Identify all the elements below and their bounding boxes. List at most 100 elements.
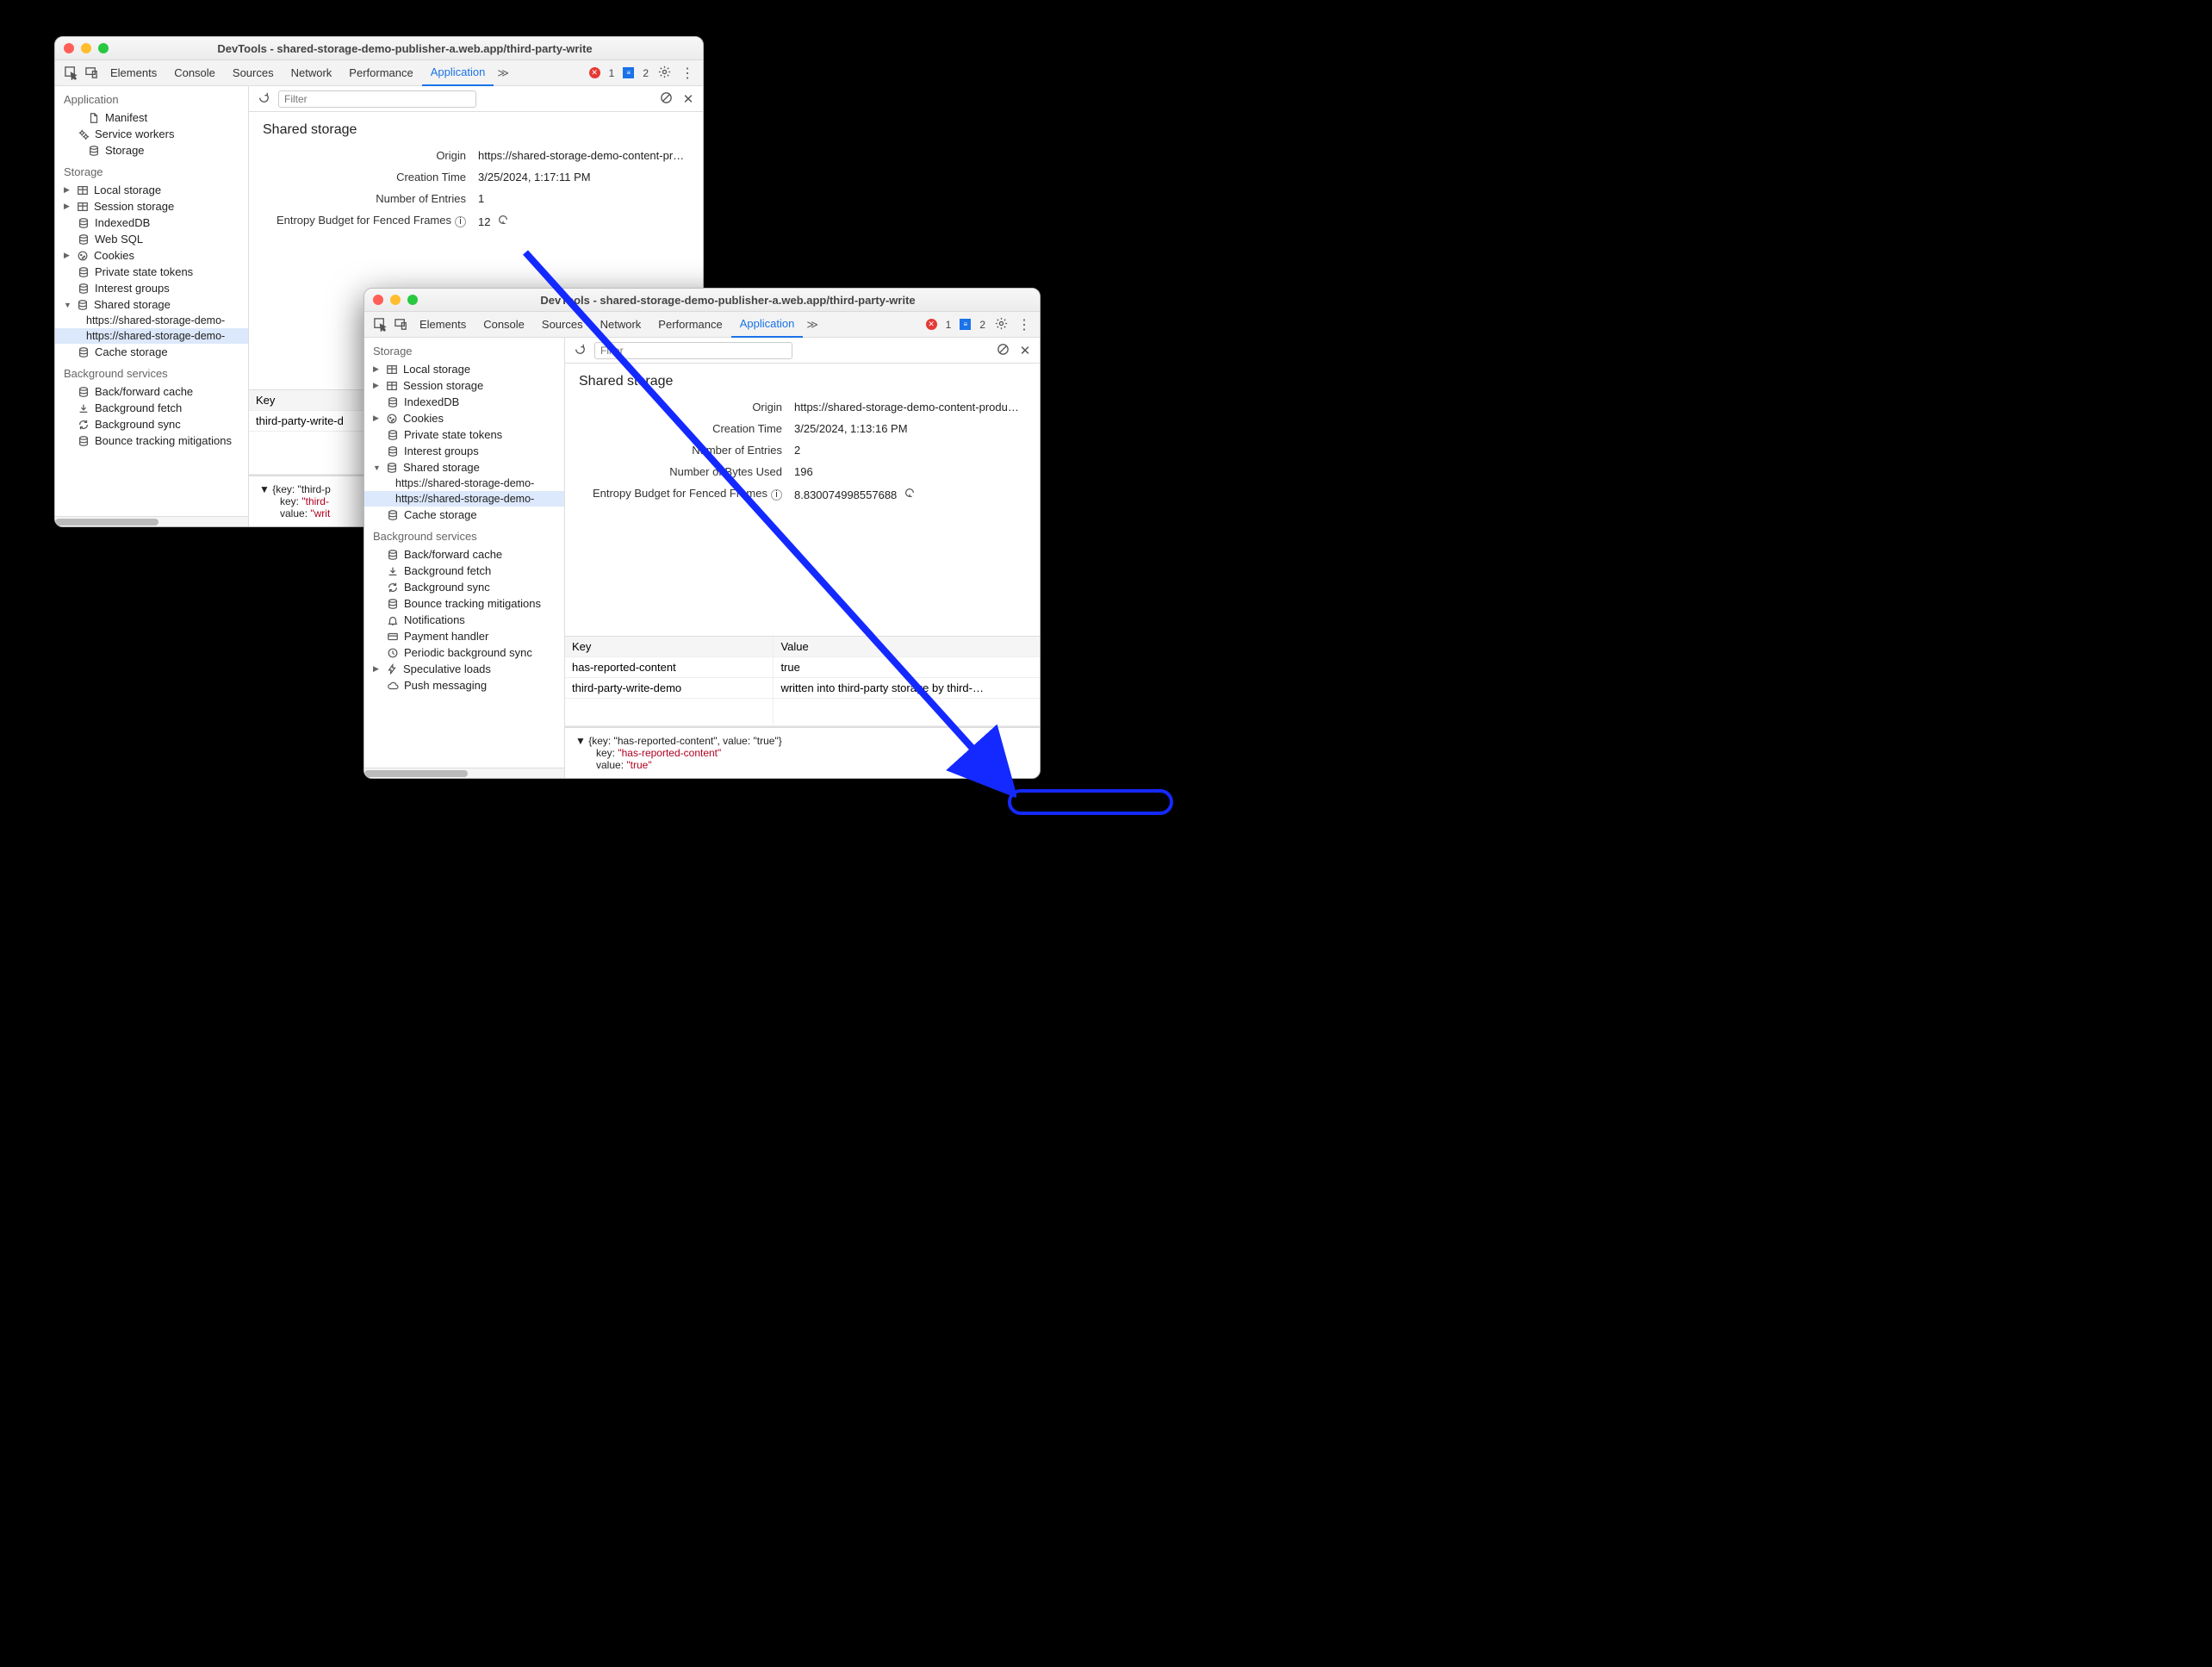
tab-elements[interactable]: Elements	[102, 66, 165, 79]
undo-icon[interactable]	[904, 488, 916, 501]
sidebar-item-local-storage[interactable]: ▶Local storage	[364, 361, 564, 377]
zoom-button[interactable]	[98, 43, 109, 53]
close-button[interactable]	[64, 43, 74, 53]
info-icon[interactable]: i	[455, 216, 466, 227]
sidebar-item-cookies[interactable]: ▶Cookies	[55, 247, 248, 264]
sidebar-item-notifications[interactable]: Notifications	[364, 612, 564, 628]
sidebar-item-shared-origin-1[interactable]: https://shared-storage-demo-	[364, 491, 564, 507]
tab-application[interactable]: Application	[422, 60, 494, 86]
section-header-background: Background services	[55, 360, 248, 383]
sidebar-item-bgsync[interactable]: Background sync	[55, 416, 248, 432]
sidebar-item-shared-storage[interactable]: ▼Shared storage	[364, 459, 564, 476]
clear-icon[interactable]	[658, 90, 674, 108]
database-icon	[386, 462, 398, 474]
settings-icon[interactable]	[994, 316, 1009, 333]
kebab-menu-icon[interactable]: ⋮	[680, 65, 694, 82]
sidebar-item-bgsync[interactable]: Background sync	[364, 579, 564, 595]
tab-elements[interactable]: Elements	[411, 318, 475, 331]
table-icon	[386, 380, 398, 392]
sidebar-item-indexeddb[interactable]: IndexedDB	[55, 215, 248, 231]
tab-sources[interactable]: Sources	[533, 318, 592, 331]
table-icon	[386, 364, 398, 376]
sidebar-item-cookies[interactable]: ▶Cookies	[364, 410, 564, 426]
clear-icon[interactable]	[995, 342, 1010, 359]
tab-network[interactable]: Network	[283, 66, 341, 79]
sidebar-item-speculative[interactable]: ▶Speculative loads	[364, 661, 564, 677]
tab-console[interactable]: Console	[475, 318, 533, 331]
database-icon	[78, 283, 90, 295]
filter-input[interactable]	[594, 342, 792, 359]
inspect-icon[interactable]	[60, 65, 81, 80]
undo-icon[interactable]	[497, 215, 509, 228]
close-icon[interactable]: ✕	[1017, 343, 1033, 358]
inspect-icon[interactable]	[370, 317, 390, 332]
reload-icon[interactable]	[572, 342, 587, 359]
sidebar-item-bounce[interactable]: Bounce tracking mitigations	[55, 432, 248, 449]
sidebar-item-payment[interactable]: Payment handler	[364, 628, 564, 644]
message-badge-icon[interactable]: ≡	[623, 67, 634, 78]
tab-network[interactable]: Network	[592, 318, 650, 331]
minimize-button[interactable]	[81, 43, 91, 53]
filter-input[interactable]	[278, 90, 476, 108]
sidebar-item-interest-groups[interactable]: Interest groups	[364, 443, 564, 459]
sidebar-item-indexeddb[interactable]: IndexedDB	[364, 394, 564, 410]
sidebar-item-local-storage[interactable]: ▶Local storage	[55, 182, 248, 198]
sidebar-item-cache-storage[interactable]: Cache storage	[55, 344, 248, 360]
main-panel: ✕ Shared storage Originhttps://shared-st…	[565, 338, 1040, 778]
sidebar-item-manifest[interactable]: Manifest	[55, 109, 248, 126]
tab-performance[interactable]: Performance	[340, 66, 421, 79]
cookie-icon	[386, 413, 398, 425]
close-icon[interactable]: ✕	[680, 91, 696, 107]
minimize-button[interactable]	[390, 295, 401, 305]
error-count: 1	[609, 67, 615, 79]
sidebar-item-storage[interactable]: Storage	[55, 142, 248, 159]
sidebar-item-session-storage[interactable]: ▶Session storage	[55, 198, 248, 215]
horizontal-scrollbar[interactable]	[364, 768, 564, 778]
sidebar-item-shared-origin-1[interactable]: https://shared-storage-demo-	[55, 328, 248, 344]
sidebar-item-interest-groups[interactable]: Interest groups	[55, 280, 248, 296]
more-tabs-icon[interactable]: ≫	[494, 66, 513, 80]
message-count: 2	[979, 319, 985, 331]
close-button[interactable]	[373, 295, 383, 305]
sidebar-item-bgfetch[interactable]: Background fetch	[364, 563, 564, 579]
storage-table: KeyValue has-reported-contenttrue third-…	[565, 636, 1040, 727]
sidebar-item-session-storage[interactable]: ▶Session storage	[364, 377, 564, 394]
chevron-right-icon: ▶	[373, 381, 381, 390]
settings-icon[interactable]	[657, 65, 672, 82]
tab-performance[interactable]: Performance	[649, 318, 730, 331]
error-badge-icon[interactable]: ✕	[589, 67, 600, 78]
horizontal-scrollbar[interactable]	[55, 516, 248, 526]
info-icon[interactable]: i	[771, 489, 782, 501]
more-tabs-icon[interactable]: ≫	[803, 318, 822, 332]
sidebar-item-websql[interactable]: Web SQL	[55, 231, 248, 247]
chevron-right-icon: ▶	[64, 202, 71, 211]
table-row-value[interactable]: written into third-party storage by thir…	[774, 678, 1040, 698]
error-badge-icon[interactable]: ✕	[926, 319, 937, 330]
sidebar-item-service-workers[interactable]: Service workers	[55, 126, 248, 142]
device-mode-icon[interactable]	[81, 65, 102, 80]
zoom-button[interactable]	[407, 295, 418, 305]
tab-application[interactable]: Application	[731, 312, 804, 338]
device-mode-icon[interactable]	[390, 317, 411, 332]
sidebar-item-shared-storage[interactable]: ▼Shared storage	[55, 296, 248, 313]
tab-console[interactable]: Console	[165, 66, 224, 79]
sidebar-item-cache-storage[interactable]: Cache storage	[364, 507, 564, 523]
table-row-key[interactable]: third-party-write-demo	[565, 678, 774, 698]
table-row-key[interactable]: has-reported-content	[565, 657, 774, 677]
sidebar-item-periodic[interactable]: Periodic background sync	[364, 644, 564, 661]
reload-icon[interactable]	[256, 90, 271, 108]
sidebar-item-bounce[interactable]: Bounce tracking mitigations	[364, 595, 564, 612]
database-icon	[88, 145, 100, 157]
sidebar-item-bfc[interactable]: Back/forward cache	[364, 546, 564, 563]
sidebar-item-bfc[interactable]: Back/forward cache	[55, 383, 248, 400]
sidebar-item-private-state-tokens[interactable]: Private state tokens	[55, 264, 248, 280]
message-badge-icon[interactable]: ≡	[960, 319, 971, 330]
kebab-menu-icon[interactable]: ⋮	[1017, 316, 1031, 333]
sidebar-item-bgfetch[interactable]: Background fetch	[55, 400, 248, 416]
sidebar-item-shared-origin-0[interactable]: https://shared-storage-demo-	[364, 476, 564, 491]
sidebar-item-private-state-tokens[interactable]: Private state tokens	[364, 426, 564, 443]
table-row-value[interactable]: true	[774, 657, 1040, 677]
tab-sources[interactable]: Sources	[224, 66, 283, 79]
sidebar-item-shared-origin-0[interactable]: https://shared-storage-demo-	[55, 313, 248, 328]
sidebar-item-push[interactable]: Push messaging	[364, 677, 564, 694]
